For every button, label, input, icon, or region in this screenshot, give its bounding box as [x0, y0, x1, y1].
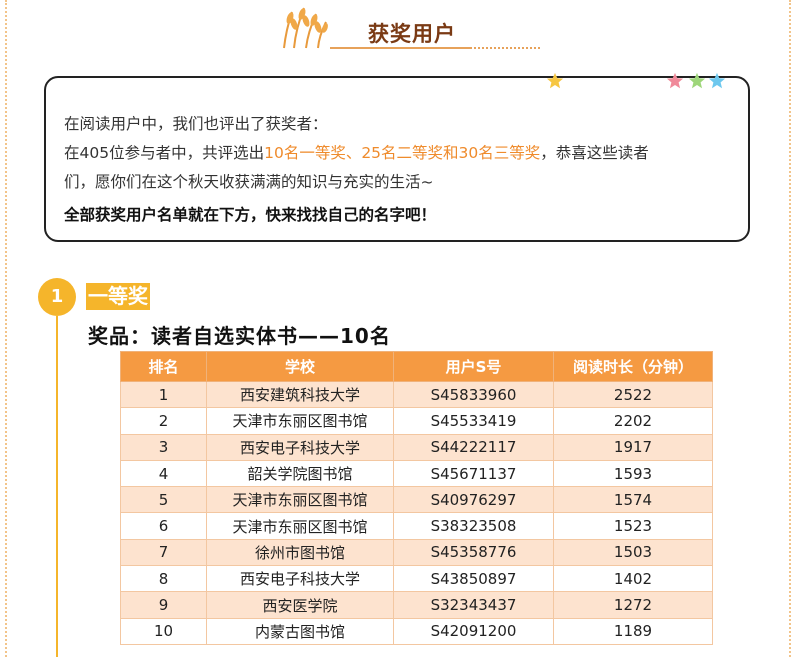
- cell-school: 西安电子科技大学: [206, 433, 394, 461]
- cell-user-id: S45671137: [393, 459, 554, 488]
- cell-school: 徐州市图书馆: [206, 538, 394, 567]
- cell-rank: 4: [120, 459, 207, 488]
- info-box: 在阅读用户中，我们也评出了获奖者： 在405位参与者中，共评选出10名一等奖、2…: [44, 72, 750, 242]
- cell-reading-time: 1523: [553, 512, 713, 540]
- cell-rank: 9: [120, 591, 207, 619]
- star-icon-blue: [708, 72, 726, 89]
- table-row: 5 天津市东丽区图书馆 S40976297 1574: [120, 486, 713, 514]
- cell-reading-time: 1189: [553, 617, 713, 645]
- info-line-2-highlight: 10名一等奖、25名二等奖和30名三等奖: [264, 144, 541, 162]
- info-bold-line: 全部获奖用户名单就在下方，快来找找自己的名字吧！: [64, 206, 437, 224]
- section-number-badge: 1: [38, 278, 76, 316]
- table-row: 7 徐州市图书馆 S45358776 1503: [120, 538, 713, 567]
- cell-rank: 8: [120, 565, 207, 593]
- info-text: 在阅读用户中，我们也评出了获奖者： 在405位参与者中，共评选出10名一等奖、2…: [64, 110, 740, 230]
- star-icon-pink: [666, 72, 684, 89]
- cell-user-id: S32343437: [393, 591, 554, 619]
- cell-user-id: S43850897: [393, 565, 554, 593]
- cell-reading-time: 1593: [553, 459, 713, 488]
- table-row: 1 西安建筑科技大学 S45833960 2522: [120, 380, 713, 409]
- section-title: 一等奖: [86, 283, 150, 310]
- cell-school: 天津市东丽区图书馆: [206, 512, 394, 540]
- cell-school: 天津市东丽区图书馆: [206, 407, 394, 435]
- awards-table: 排名 学校 用户S号 阅读时长（分钟） 1 西安建筑科技大学 S45833960…: [120, 351, 713, 645]
- header-school: 学校: [206, 351, 394, 382]
- table-row: 3 西安电子科技大学 S44222117 1917: [120, 433, 713, 461]
- cell-user-id: S45833960: [393, 380, 554, 409]
- left-dotted-border: [5, 0, 7, 657]
- cell-reading-time: 1917: [553, 433, 713, 461]
- star-icon-yellow: [546, 72, 564, 89]
- header-user-id: 用户S号: [393, 351, 554, 382]
- cell-rank: 7: [120, 538, 207, 567]
- star-icon-green: [688, 72, 706, 89]
- cell-school: 韶关学院图书馆: [206, 459, 394, 488]
- wheat-icon: [283, 7, 328, 49]
- table-row: 9 西安医学院 S32343437 1272: [120, 591, 713, 619]
- title-underline: [330, 47, 470, 49]
- table-row: 6 天津市东丽区图书馆 S38323508 1523: [120, 512, 713, 540]
- cell-user-id: S38323508: [393, 512, 554, 540]
- table-header-row: 排名 学校 用户S号 阅读时长（分钟）: [120, 351, 713, 382]
- prize-description: 奖品：读者自选实体书——10名: [88, 324, 391, 348]
- cell-school: 天津市东丽区图书馆: [206, 486, 394, 514]
- info-line-1: 在阅读用户中，我们也评出了获奖者：: [64, 115, 328, 133]
- header-reading-time: 阅读时长（分钟）: [553, 351, 713, 382]
- table-row: 2 天津市东丽区图书馆 S45533419 2202: [120, 407, 713, 435]
- cell-reading-time: 2202: [553, 407, 713, 435]
- cell-rank: 1: [120, 380, 207, 409]
- cell-school: 内蒙古图书馆: [206, 617, 394, 645]
- info-line-3: 们，愿你们在这个秋天收获满满的知识与充实的生活~: [64, 173, 434, 191]
- cell-rank: 2: [120, 407, 207, 435]
- header-rank: 排名: [120, 351, 207, 382]
- cell-school: 西安电子科技大学: [206, 565, 394, 593]
- info-line-2: 在405位参与者中，共评选出10名一等奖、25名二等奖和30名三等奖，恭喜这些读…: [64, 139, 740, 168]
- cell-user-id: S42091200: [393, 617, 554, 645]
- cell-rank: 5: [120, 486, 207, 514]
- cell-user-id: S45533419: [393, 407, 554, 435]
- cell-reading-time: 1272: [553, 591, 713, 619]
- cell-school: 西安医学院: [206, 591, 394, 619]
- table-row: 4 韶关学院图书馆 S45671137 1593: [120, 459, 713, 488]
- info-line-2-post: ，恭喜这些读者: [540, 144, 649, 162]
- cell-reading-time: 1402: [553, 565, 713, 593]
- cell-rank: 6: [120, 512, 207, 540]
- cell-reading-time: 1503: [553, 538, 713, 567]
- cell-school: 西安建筑科技大学: [206, 380, 394, 409]
- cell-reading-time: 1574: [553, 486, 713, 514]
- section-rail: [56, 316, 58, 657]
- cell-user-id: S44222117: [393, 433, 554, 461]
- cell-user-id: S40976297: [393, 486, 554, 514]
- cell-reading-time: 2522: [553, 380, 713, 409]
- page-title: 获奖用户: [368, 22, 456, 46]
- info-line-2-pre: 在405位参与者中，共评选出: [64, 144, 265, 162]
- cell-user-id: S45358776: [393, 538, 554, 567]
- right-dotted-border: [789, 0, 791, 657]
- cell-rank: 10: [120, 617, 207, 645]
- table-row: 8 西安电子科技大学 S43850897 1402: [120, 565, 713, 593]
- cell-rank: 3: [120, 433, 207, 461]
- table-row: 10 内蒙古图书馆 S42091200 1189: [120, 617, 713, 645]
- title-underline-dots: [470, 47, 540, 49]
